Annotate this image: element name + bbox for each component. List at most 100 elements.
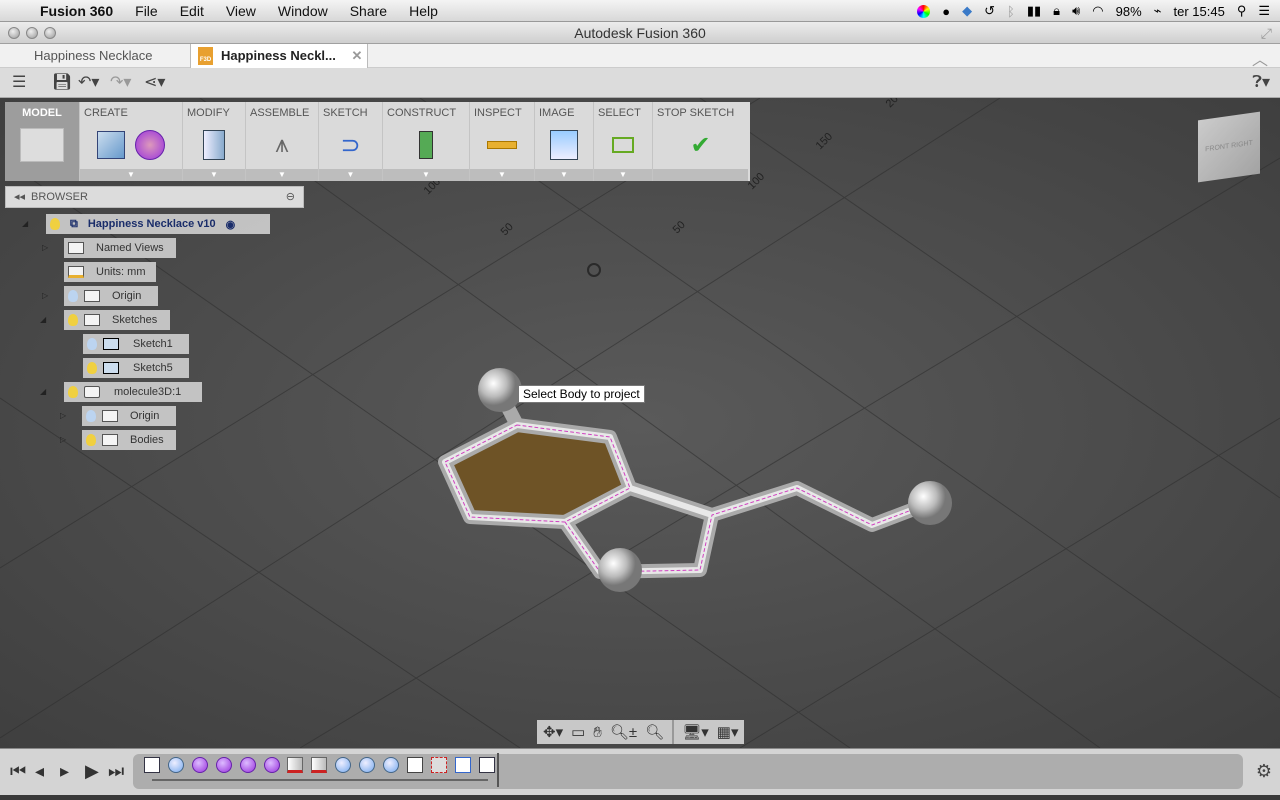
notification-center-icon[interactable]: ☰	[1258, 3, 1270, 19]
menu-app[interactable]: Fusion 360	[29, 3, 124, 19]
step-forward-icon[interactable]: ▸	[60, 761, 69, 782]
box-icon[interactable]	[97, 131, 125, 159]
spotlight-icon[interactable]: ⚲	[1237, 3, 1247, 19]
expanded-arrow-icon[interactable]: ◢	[22, 219, 32, 228]
go-to-end-icon[interactable]: ⏭︎	[108, 761, 124, 782]
tree-item-origin-2[interactable]: Origin	[82, 406, 176, 426]
collapsed-arrow-icon[interactable]: ▷	[60, 411, 70, 420]
dropdown-arrow[interactable]: ▼	[183, 169, 245, 181]
timeline-delete-body-icon[interactable]	[311, 757, 328, 773]
visibility-bulb-icon[interactable]	[68, 386, 78, 398]
visibility-bulb-icon[interactable]	[87, 338, 97, 350]
collapsed-arrow-icon[interactable]: ▷	[60, 435, 70, 444]
close-tab-icon[interactable]: ✕	[352, 48, 363, 63]
undo-icon[interactable]: ↶▾	[78, 72, 99, 92]
timeline-sketch-icon[interactable]	[144, 757, 160, 773]
look-at-icon[interactable]: ▭	[571, 723, 585, 741]
dropdown-arrow[interactable]: ▼	[383, 169, 469, 181]
collapsed-arrow-icon[interactable]: ▷	[42, 243, 52, 252]
close-window-button[interactable]	[8, 27, 20, 39]
joint-icon[interactable]: ⩚	[275, 131, 289, 159]
help-icon[interactable]: ❓︎▾	[1252, 72, 1270, 92]
menu-window[interactable]: Window	[267, 3, 339, 19]
zoom-icon[interactable]: 🔍︎±	[610, 723, 637, 741]
save-icon[interactable]: 💾︎	[52, 72, 72, 92]
visibility-bulb-icon[interactable]	[86, 410, 96, 422]
collapse-icon[interactable]: ︿	[1252, 46, 1268, 70]
battery-percent[interactable]: 98%	[1116, 4, 1142, 19]
construct-group[interactable]: CONSTRUCT ▼	[383, 102, 470, 181]
menu-icon[interactable]: ☰	[12, 72, 26, 92]
workspace-switcher[interactable]: MODEL	[5, 102, 80, 181]
dropbox-icon[interactable]: ◆	[962, 3, 972, 19]
fullscreen-icon[interactable]: ⤢	[1261, 22, 1272, 44]
grid-settings-icon[interactable]: ▦▾	[717, 723, 739, 741]
tab-happiness-necklace[interactable]: Happiness Necklace	[0, 44, 190, 68]
tree-item-units[interactable]: Units: mm	[64, 262, 156, 282]
timeline-delete-body-icon[interactable]	[287, 757, 304, 773]
tree-item-molecule3d[interactable]: molecule3D:1	[64, 382, 202, 402]
evernote-icon[interactable]: ●	[942, 4, 950, 19]
modify-group[interactable]: MODIFY ▼	[183, 102, 246, 181]
timeline-sphere-icon[interactable]	[359, 757, 376, 773]
tree-item-origin[interactable]: Origin	[64, 286, 158, 306]
timeline-sphere-purple-icon[interactable]	[191, 757, 208, 773]
display-settings-icon[interactable]: 🖥︎▾	[682, 723, 709, 741]
inspect-group[interactable]: INSPECT ▼	[470, 102, 535, 181]
visibility-bulb-icon[interactable]	[68, 290, 78, 302]
timeline-settings-gear-icon[interactable]: ⚙	[1256, 761, 1272, 782]
dropdown-arrow[interactable]: ▼	[319, 169, 382, 181]
menu-file[interactable]: File	[124, 3, 169, 19]
dropdown-arrow[interactable]: ▼	[246, 169, 318, 181]
expanded-arrow-icon[interactable]: ◢	[40, 315, 50, 324]
share-icon[interactable]: ⋖▾	[144, 72, 165, 92]
minimize-window-button[interactable]	[26, 27, 38, 39]
render-image-icon[interactable]	[550, 130, 578, 160]
wifi-icon[interactable]: ◠	[1092, 3, 1103, 19]
timeline-sphere-icon[interactable]	[383, 757, 399, 773]
menu-view[interactable]: View	[215, 3, 267, 19]
timeline-box-icon[interactable]	[406, 757, 423, 773]
browser-panel-header[interactable]: ◂◂ BROWSER ⊖	[5, 186, 304, 208]
timeline-move-icon[interactable]	[454, 757, 471, 773]
redo-icon[interactable]: ↷▾	[110, 72, 131, 92]
sphere-icon[interactable]	[135, 130, 165, 160]
collapse-browser-icon[interactable]: ◂◂	[6, 191, 31, 203]
visibility-bulb-icon[interactable]	[87, 362, 97, 374]
color-wheel-icon[interactable]	[917, 4, 931, 18]
timeline-sphere-purple-icon[interactable]	[263, 757, 280, 773]
press-pull-icon[interactable]	[203, 130, 225, 160]
timeline-sketch-icon[interactable]	[478, 757, 495, 773]
timeline-sphere-purple-icon[interactable]	[215, 757, 232, 773]
atom-sphere[interactable]	[908, 481, 952, 525]
visibility-bulb-icon[interactable]	[86, 434, 96, 446]
tab-happiness-necklace-active[interactable]: F3D Happiness Neckl... ✕	[190, 44, 368, 68]
dropdown-arrow[interactable]: ▼	[594, 169, 652, 181]
menu-edit[interactable]: Edit	[169, 3, 215, 19]
timeline-marker[interactable]	[497, 753, 499, 787]
play-icon[interactable]: ▶	[85, 761, 99, 782]
assemble-group[interactable]: ASSEMBLE ⩚ ▼	[246, 102, 319, 181]
image-group[interactable]: IMAGE ▼	[535, 102, 594, 181]
volume-icon[interactable]: 🔊︎	[1072, 3, 1080, 19]
sketch-curve-icon[interactable]: ⊃	[340, 131, 360, 160]
time-machine-icon[interactable]: ↺	[984, 3, 995, 19]
collapsed-arrow-icon[interactable]: ▷	[42, 291, 52, 300]
bluetooth-icon[interactable]: ᛒ	[1007, 4, 1015, 19]
measure-icon[interactable]	[487, 141, 517, 149]
sketch-group[interactable]: SKETCH ⊃ ▼	[319, 102, 383, 181]
pan-hand-icon[interactable]: ✋︎	[593, 724, 602, 741]
timeline-sphere-purple-icon[interactable]	[239, 757, 256, 773]
minimize-browser-icon[interactable]: ⊖	[286, 187, 295, 207]
create-group[interactable]: CREATE ▼	[80, 102, 183, 181]
tree-item-named-views[interactable]: Named Views	[64, 238, 176, 258]
lock-icon[interactable]: 🔒︎	[1053, 3, 1060, 19]
orbit-icon[interactable]: ✥▾	[543, 723, 563, 741]
battery-indicator-icon[interactable]: ▮▮	[1027, 3, 1041, 19]
tree-item-sketch5[interactable]: Sketch5	[83, 358, 189, 378]
atom-sphere[interactable]	[478, 368, 522, 412]
stop-sketch-check-icon[interactable]: ✔	[690, 131, 710, 160]
stop-sketch-group[interactable]: STOP SKETCH ✔	[653, 102, 748, 181]
view-cube[interactable]: FRONT RIGHT	[1198, 111, 1260, 183]
visibility-bulb-icon[interactable]	[68, 314, 78, 326]
